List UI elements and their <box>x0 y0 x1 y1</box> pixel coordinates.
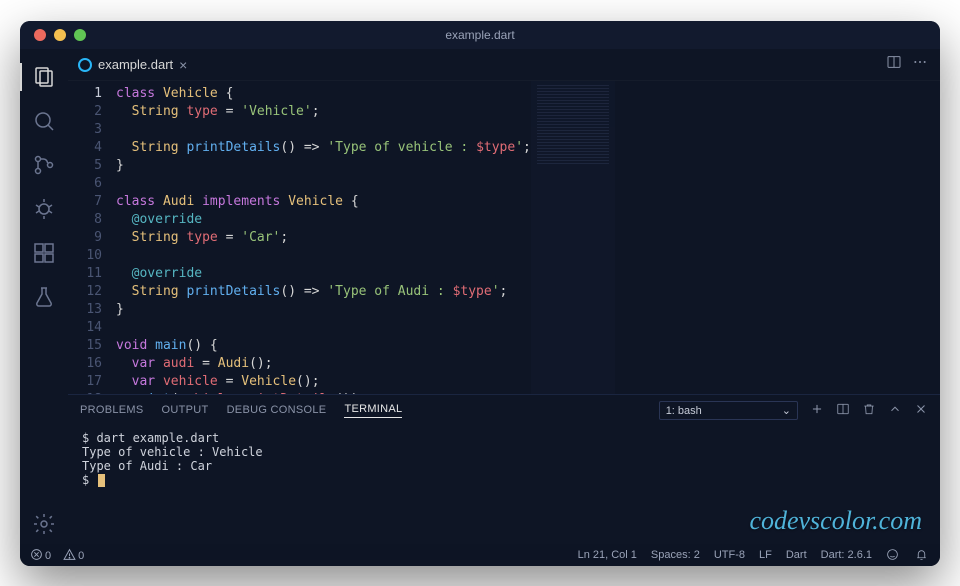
tab-close-icon[interactable]: × <box>179 57 187 73</box>
editor-main: example.dart × 1234567891011121314151617… <box>68 49 940 544</box>
status-warnings[interactable]: 0 <box>63 548 84 562</box>
status-encoding[interactable]: UTF-8 <box>714 549 745 561</box>
settings-gear-icon[interactable] <box>20 504 68 544</box>
panel-tab-debug[interactable]: DEBUG CONSOLE <box>227 404 327 418</box>
terminal-selector[interactable]: 1: bash ⌄ <box>659 401 798 420</box>
chevron-down-icon: ⌄ <box>782 404 791 417</box>
editor-actions <box>886 49 940 80</box>
explorer-icon[interactable] <box>20 57 68 97</box>
tab-label: example.dart <box>98 57 173 72</box>
notifications-icon[interactable] <box>915 548 930 562</box>
line-numbers: 1234567891011121314151617181920 <box>68 81 116 394</box>
status-language[interactable]: Dart <box>786 549 807 561</box>
new-terminal-icon[interactable] <box>810 402 824 419</box>
bottom-panel: PROBLEMS OUTPUT DEBUG CONSOLE TERMINAL 1… <box>68 394 940 544</box>
panel-tab-problems[interactable]: PROBLEMS <box>80 404 144 418</box>
file-tab[interactable]: example.dart × <box>68 49 197 80</box>
status-indentation[interactable]: Spaces: 2 <box>651 549 700 561</box>
vscode-window: example.dart <box>20 21 940 566</box>
minimize-window-button[interactable] <box>54 29 66 41</box>
activity-bar <box>20 49 68 544</box>
panel-tabs: PROBLEMS OUTPUT DEBUG CONSOLE TERMINAL 1… <box>68 395 940 427</box>
debug-icon[interactable] <box>20 189 68 229</box>
status-cursor-position[interactable]: Ln 21, Col 1 <box>578 549 637 561</box>
status-errors[interactable]: 0 <box>30 548 51 562</box>
extensions-icon[interactable] <box>20 233 68 273</box>
maximize-window-button[interactable] <box>74 29 86 41</box>
titlebar: example.dart <box>20 21 940 49</box>
dart-file-icon <box>78 58 92 72</box>
panel-tab-terminal[interactable]: TERMINAL <box>344 403 402 418</box>
feedback-icon[interactable] <box>886 548 901 562</box>
close-window-button[interactable] <box>34 29 46 41</box>
panel-tab-output[interactable]: OUTPUT <box>162 404 209 418</box>
window-title: example.dart <box>20 28 940 42</box>
minimap[interactable] <box>531 81 615 394</box>
split-editor-icon[interactable] <box>886 54 902 75</box>
code-editor[interactable]: 1234567891011121314151617181920 class Ve… <box>68 81 940 394</box>
search-icon[interactable] <box>20 101 68 141</box>
kill-terminal-icon[interactable] <box>862 402 876 419</box>
terminal-output[interactable]: $ dart example.dartType of vehicle : Veh… <box>68 427 940 544</box>
status-eol[interactable]: LF <box>759 549 772 561</box>
window-controls <box>20 29 86 41</box>
editor-body: example.dart × 1234567891011121314151617… <box>20 49 940 544</box>
more-actions-icon[interactable] <box>912 54 928 75</box>
status-bar: 0 0 Ln 21, Col 1 Spaces: 2 UTF-8 LF Dart… <box>20 544 940 566</box>
panel-maximize-icon[interactable] <box>888 402 902 419</box>
panel-close-icon[interactable] <box>914 402 928 419</box>
split-terminal-icon[interactable] <box>836 402 850 419</box>
code-content[interactable]: class Vehicle { String type = 'Vehicle';… <box>116 81 531 394</box>
source-control-icon[interactable] <box>20 145 68 185</box>
status-sdk[interactable]: Dart: 2.6.1 <box>821 549 872 561</box>
terminal-selector-label: 1: bash <box>666 405 702 417</box>
editor-tabs: example.dart × <box>68 49 940 81</box>
flask-icon[interactable] <box>20 277 68 317</box>
